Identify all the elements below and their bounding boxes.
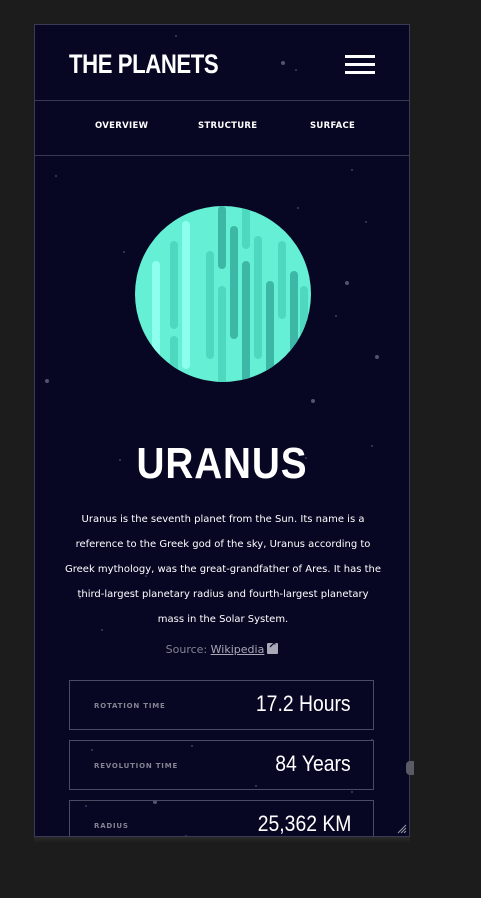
stat-rotation-time: ROTATION TIME 17.2 Hours [69,680,374,730]
planet-uranus-illustration [135,206,311,382]
hamburger-menu-icon[interactable] [345,55,377,75]
stat-label: ROTATION TIME [94,702,166,710]
planet-description: Uranus is the seventh planet from the Su… [65,514,382,625]
tab-structure[interactable]: STRUCTURE [198,121,257,131]
planet-name: URANUS [136,439,308,488]
tab-surface[interactable]: SURFACE [310,121,355,131]
tab-overview[interactable]: OVERVIEW [95,121,148,131]
stat-label: RADIUS [94,822,129,830]
viewport-shadow [34,837,410,843]
source-line: Source: Wikipedia [35,640,409,656]
source-prefix: Source: [165,643,208,656]
stat-value: 25,362 KM [257,811,351,836]
stat-radius: RADIUS 25,362 KM [69,800,374,836]
stat-revolution-time: REVOLUTION TIME 84 Years [69,740,374,790]
stat-value: 84 Years [275,751,351,776]
wikipedia-link[interactable]: Wikipedia [211,643,265,656]
planet-tabs: OVERVIEW STRUCTURE SURFACE [35,101,409,156]
site-logo[interactable]: THE PLANETS [69,49,219,80]
scrollbar-handle[interactable] [406,761,414,775]
external-link-icon[interactable] [267,640,279,654]
resize-grip-icon[interactable] [397,824,407,834]
site-header: THE PLANETS [35,25,409,101]
app-viewport: THE PLANETS OVERVIEW STRUCTURE SURFACE U… [34,24,410,837]
stat-label: REVOLUTION TIME [94,762,179,770]
stat-value: 17.2 Hours [256,691,351,716]
